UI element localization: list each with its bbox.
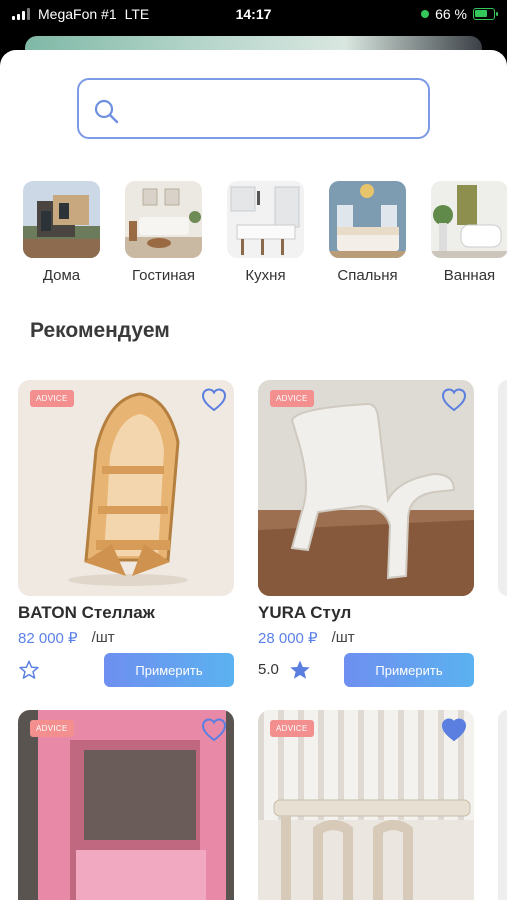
product-card[interactable]: ADVICE YURA Стул 28 000 ₽ /шт 5.0 Пример… [258, 380, 474, 687]
advice-badge: ADVICE [270, 720, 314, 737]
battery-percent: 66 % [435, 6, 467, 22]
product-card[interactable]: ADVICE [258, 710, 474, 900]
product-rating: 5.0 [258, 661, 279, 678]
category-label: Гостиная [132, 267, 195, 284]
privacy-dot-icon [421, 10, 430, 18]
product-price-row: 28 000 ₽ /шт [258, 629, 474, 647]
product-card-peek[interactable] [498, 710, 507, 900]
category-living-room-image [125, 181, 202, 258]
category-label: Дома [42, 267, 81, 284]
star-filled-icon[interactable] [288, 658, 312, 682]
product-image: ADVICE [258, 380, 474, 596]
category-houses-image [23, 181, 100, 258]
product-card[interactable]: ADVICE [18, 710, 234, 900]
advice-badge: ADVICE [30, 390, 74, 407]
try-on-button[interactable]: Примерить [344, 653, 474, 687]
product-name: YURA Стул [258, 603, 352, 622]
product-card[interactable]: ADVICE BATON Стеллаж 82 000 ₽ /шт Пример… [18, 380, 234, 687]
search-box[interactable] [77, 78, 430, 139]
section-title: Рекомендуем [30, 319, 170, 342]
product-image [498, 710, 507, 900]
category-bedroom[interactable]: Спальня [329, 181, 406, 291]
product-unit: /шт [331, 629, 355, 646]
favorite-heart-icon[interactable] [200, 386, 228, 414]
category-label: Кухня [245, 267, 286, 284]
category-kitchen-image [227, 181, 304, 258]
product-image: ADVICE [258, 710, 474, 900]
advice-badge: ADVICE [270, 390, 314, 407]
favorite-heart-icon[interactable] [200, 716, 228, 744]
category-carousel[interactable]: Дома Гостиная Кухня Спальня Ванная [23, 181, 507, 291]
product-price-row: 82 000 ₽ /шт [18, 629, 234, 647]
product-unit: /шт [91, 629, 115, 646]
category-label: Ванная [443, 267, 496, 284]
favorite-heart-filled-icon[interactable] [440, 716, 468, 744]
product-actions: Примерить [18, 653, 234, 687]
category-bedroom-image [329, 181, 406, 258]
product-image [498, 380, 507, 596]
bottom-sheet: Дома Гостиная Кухня Спальня Ванная Реком… [0, 50, 507, 900]
category-kitchen[interactable]: Кухня [227, 181, 304, 291]
status-right: 66 % [421, 6, 498, 22]
product-actions: 5.0 Примерить [258, 653, 474, 687]
search-icon [94, 99, 119, 124]
product-price: 82 000 ₽ [18, 630, 78, 647]
advice-badge: ADVICE [30, 720, 74, 737]
product-image: ADVICE [18, 380, 234, 596]
status-bar: MegaFon #1 LTE 14:17 66 % [0, 0, 507, 30]
battery-charging-icon [473, 8, 498, 20]
category-bathroom[interactable]: Ванная [431, 181, 507, 291]
category-bathroom-image [431, 181, 507, 258]
product-image: ADVICE [18, 710, 234, 900]
product-price: 28 000 ₽ [258, 630, 318, 647]
product-card-peek[interactable] [498, 380, 507, 596]
try-on-button[interactable]: Примерить [104, 653, 234, 687]
star-outline-icon[interactable] [18, 659, 40, 681]
category-living-room[interactable]: Гостиная [125, 181, 202, 291]
favorite-heart-icon[interactable] [440, 386, 468, 414]
search-input[interactable] [131, 94, 421, 124]
category-label: Спальня [337, 267, 398, 284]
product-name: BATON Стеллаж [18, 603, 155, 622]
category-houses[interactable]: Дома [23, 181, 100, 291]
